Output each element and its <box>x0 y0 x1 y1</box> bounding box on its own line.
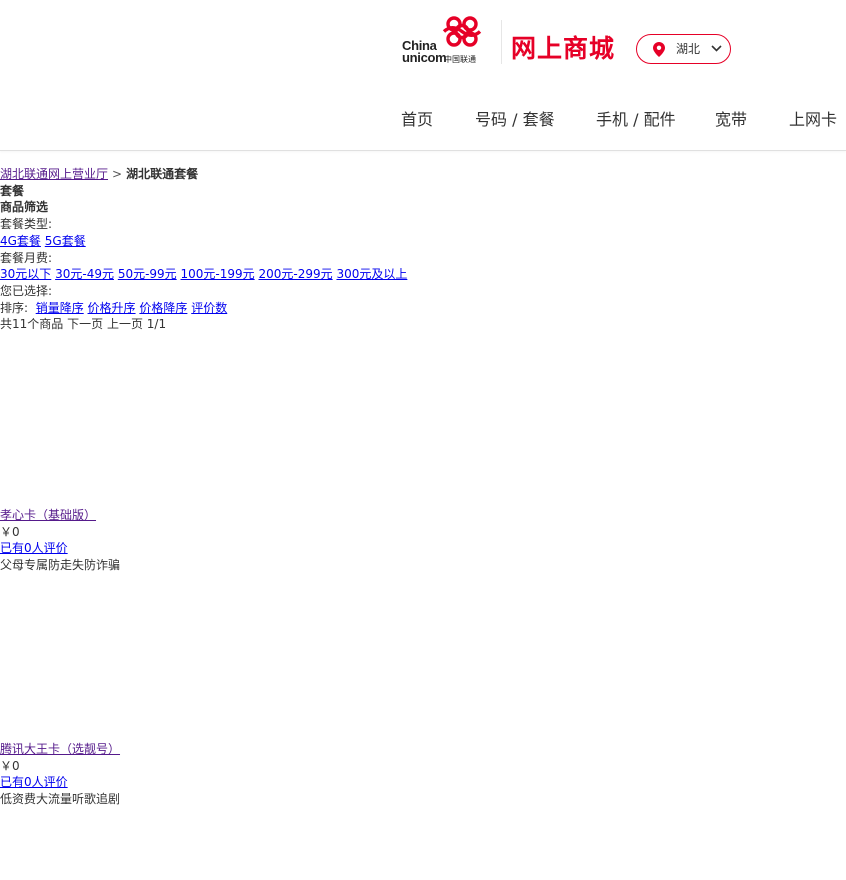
filter-fee-options: 30元以下 30元-49元 50元-99元 100元-199元 200元-299… <box>0 266 846 283</box>
breadcrumb-current: 湖北联通套餐 <box>126 167 199 181</box>
sort-price-desc[interactable]: 价格降序 <box>139 301 187 315</box>
mall-title: 网上商城 <box>511 34 616 63</box>
product-reviews-link[interactable]: 已有0人评价 <box>0 775 68 789</box>
site-header: China unicom 中国联通 网上商城 湖北 首页 号码 / 套餐 手机 … <box>0 0 846 151</box>
breadcrumb-separator: > <box>112 167 123 181</box>
total-count: 共11个商品 <box>0 317 64 332</box>
filter-type-options: 4G套餐 5G套餐 <box>0 233 846 250</box>
prev-page[interactable]: 上一页 <box>107 317 143 331</box>
main-nav: 首页 号码 / 套餐 手机 / 配件 宽带 上网卡 <box>0 108 846 134</box>
logo-text-cn: 中国联通 <box>444 55 476 64</box>
sort-bar: 排序: 销量降序 价格升序 价格降序 评价数 <box>0 300 846 317</box>
main-content: 湖北联通网上营业厅 > 湖北联通套餐 套餐 商品筛选 套餐类型: 4G套餐 5G套餐… <box>0 166 846 808</box>
breadcrumb-home-link[interactable]: 湖北联通网上营业厅 <box>0 167 108 181</box>
location-pin-icon <box>653 42 665 57</box>
chevron-down-icon <box>711 45 722 52</box>
nav-item-data-card[interactable]: 上网卡 <box>789 108 837 132</box>
china-unicom-logo[interactable]: China unicom 中国联通 <box>400 14 490 66</box>
logo-text-en: China unicom <box>402 38 447 65</box>
filter-fee-under-30[interactable]: 30元以下 <box>0 267 51 281</box>
product-name-link[interactable]: 腾讯大王卡（选靓号） <box>0 742 120 756</box>
nav-item-home[interactable]: 首页 <box>401 108 433 132</box>
breadcrumb: 湖北联通网上营业厅 > 湖北联通套餐 <box>0 166 846 183</box>
filter-option-5g[interactable]: 5G套餐 <box>45 234 86 248</box>
filter-type-label: 套餐类型: <box>0 217 53 232</box>
nav-item-broadband[interactable]: 宽带 <box>715 108 747 132</box>
product-reviews-link[interactable]: 已有0人评价 <box>0 541 68 555</box>
filter-selected-label: 您已选择: <box>0 283 53 298</box>
filter-fee-200-299[interactable]: 200元-299元 <box>258 267 332 281</box>
product-image[interactable] <box>0 574 846 741</box>
filter-fee-50-99[interactable]: 50元-99元 <box>118 267 177 281</box>
product-item: 孝心卡（基础版） ￥0 已有0人评价 父母专属防走失防诈骗 <box>0 333 846 574</box>
nav-item-phone-accessory[interactable]: 手机 / 配件 <box>596 108 676 132</box>
product-item: 腾讯大王卡（选靓号） ￥0 已有0人评价 低资费大流量听歌追剧 <box>0 574 846 808</box>
filter-fee-label: 套餐月费: <box>0 250 53 265</box>
product-desc: 低资费大流量听歌追剧 <box>0 791 121 806</box>
region-selector[interactable]: 湖北 <box>636 34 731 64</box>
sort-review-count[interactable]: 评价数 <box>191 301 227 315</box>
region-label: 湖北 <box>676 42 701 56</box>
sort-label: 排序: <box>0 300 29 315</box>
pagination: 共11个商品 下一页 上一页 1/1 <box>0 316 846 333</box>
filter-fee-100-199[interactable]: 100元-199元 <box>181 267 255 281</box>
product-image[interactable] <box>0 333 846 507</box>
section-title: 套餐 <box>0 183 25 198</box>
filter-fee-30-49[interactable]: 30元-49元 <box>55 267 114 281</box>
filter-option-4g[interactable]: 4G套餐 <box>0 234 41 248</box>
nav-item-number-plan[interactable]: 号码 / 套餐 <box>475 108 555 132</box>
logo-divider <box>501 20 502 64</box>
page-indicator: 1/1 <box>146 317 167 332</box>
product-name-link[interactable]: 孝心卡（基础版） <box>0 508 96 522</box>
product-price: ￥0 <box>0 758 20 773</box>
sort-sales-desc[interactable]: 销量降序 <box>36 301 84 315</box>
product-price: ￥0 <box>0 524 20 539</box>
sort-price-asc[interactable]: 价格升序 <box>88 301 136 315</box>
filter-fee-300-plus[interactable]: 300元及以上 <box>336 267 407 281</box>
product-desc: 父母专属防走失防诈骗 <box>0 558 121 573</box>
filter-title: 商品筛选 <box>0 200 49 215</box>
next-page[interactable]: 下一页 <box>67 317 103 331</box>
